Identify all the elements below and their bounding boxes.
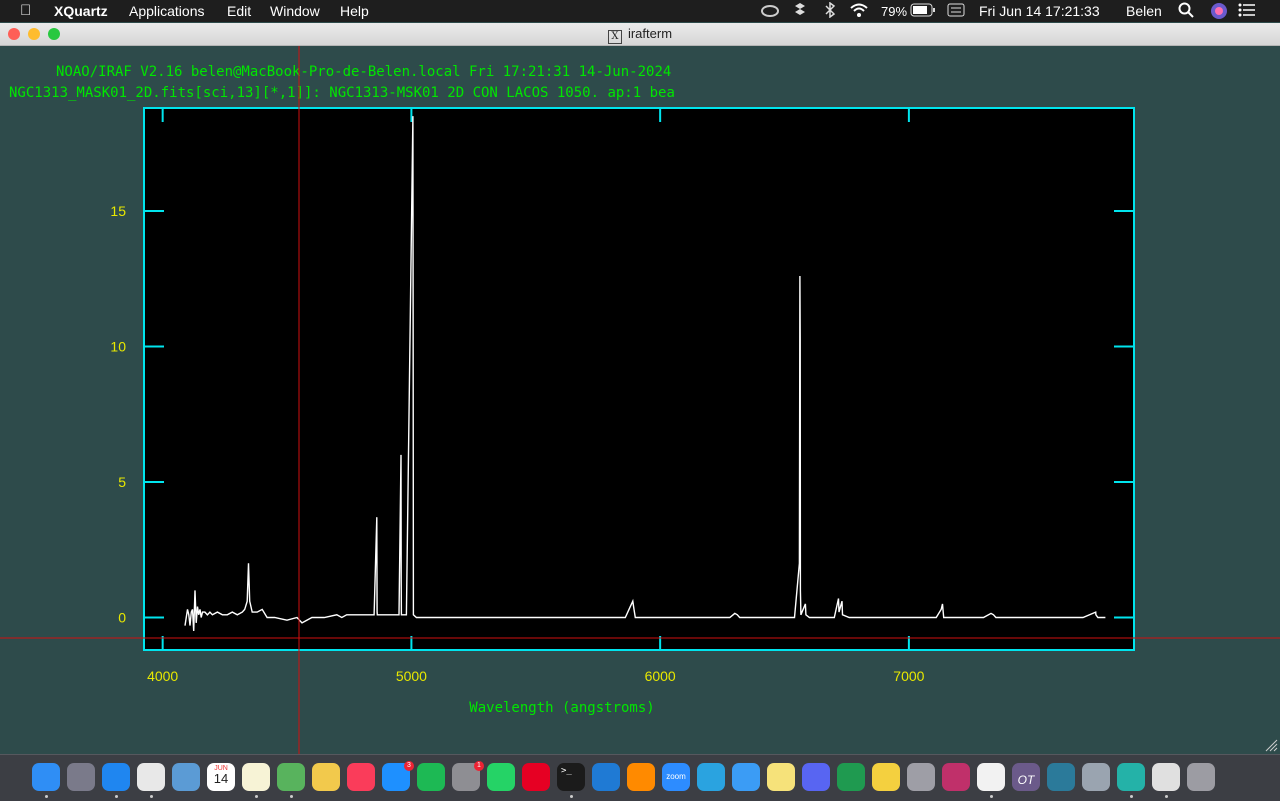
finder-icon[interactable]: [32, 763, 60, 791]
calculator-icon[interactable]: [907, 763, 935, 791]
spotify-icon[interactable]: [417, 763, 445, 791]
running-indicator: [115, 795, 118, 798]
calendar-icon[interactable]: JUN 14: [207, 763, 235, 791]
brain-icon[interactable]: [1117, 763, 1145, 791]
wifi-icon[interactable]: [849, 2, 869, 21]
dropbox-icon[interactable]: [792, 2, 808, 21]
running-indicator: [990, 795, 993, 798]
app-menu[interactable]: XQuartz: [54, 3, 108, 19]
trash-icon[interactable]: [1187, 763, 1215, 791]
irafterm-window[interactable]: NOAO/IRAF V2.16 belen@MacBook-Pro-de-Bel…: [0, 46, 1280, 754]
x-tick-label: 5000: [396, 668, 427, 684]
running-indicator: [1165, 795, 1168, 798]
discord-icon[interactable]: [802, 763, 830, 791]
bluetooth-icon[interactable]: [824, 1, 836, 21]
battery-percent: 79%: [881, 4, 908, 19]
y-tick-label: 15: [110, 203, 126, 219]
window-title: irafterm: [627, 26, 673, 41]
x-tick-label: 7000: [893, 668, 924, 684]
xquartz-icon[interactable]: [1152, 763, 1180, 791]
telegram-icon[interactable]: [697, 763, 725, 791]
running-indicator: [45, 795, 48, 798]
ot-icon[interactable]: OT: [1012, 763, 1040, 791]
cleaner-icon[interactable]: [837, 763, 865, 791]
cat-icon[interactable]: [872, 763, 900, 791]
settings-badge: 1: [474, 761, 484, 771]
stickies-icon[interactable]: [767, 763, 795, 791]
x-tick-label: 6000: [645, 668, 676, 684]
spectrum-plot[interactable]: 4000 5000 6000 7000 0 5 10 15 Wavelength (angst…: [0, 46, 1280, 754]
ot-label: OT: [1017, 773, 1035, 787]
textedit-icon[interactable]: [977, 763, 1005, 791]
menu-help[interactable]: Help: [340, 3, 369, 19]
pinterest-icon[interactable]: [522, 763, 550, 791]
appstore-badge: 3: [404, 761, 414, 771]
x11-icon: X: [607, 30, 622, 44]
running-indicator: [290, 795, 293, 798]
input-source-icon[interactable]: [947, 3, 965, 20]
galaxy-icon[interactable]: [942, 763, 970, 791]
zoom-icon[interactable]: zoom: [662, 763, 690, 791]
preview-icon[interactable]: [172, 763, 200, 791]
notes-icon[interactable]: [242, 763, 270, 791]
music-icon[interactable]: [347, 763, 375, 791]
chrome-icon[interactable]: [137, 763, 165, 791]
terminal-prompt: >_: [561, 766, 572, 776]
window-titlebar[interactable]: Xirafterm: [0, 23, 1280, 46]
sublime-icon[interactable]: [627, 763, 655, 791]
terminal-icon[interactable]: >_: [557, 763, 585, 791]
menu-bar:  XQuartz Applications Edit Window Help …: [0, 0, 1280, 22]
y-tick-label: 5: [118, 474, 126, 490]
y-tick-label: 0: [118, 609, 126, 625]
calendar-date: 14: [213, 771, 229, 786]
resize-grip-icon[interactable]: [1264, 738, 1278, 752]
menu-clock[interactable]: Fri Jun 14 17:21:33: [979, 3, 1100, 19]
whatsapp-icon[interactable]: [487, 763, 515, 791]
running-indicator: [255, 795, 258, 798]
screenshot-icon[interactable]: [1082, 763, 1110, 791]
y-tick-label: 10: [110, 338, 126, 354]
running-indicator: [570, 795, 573, 798]
running-indicator: [150, 795, 153, 798]
menu-applications[interactable]: Applications: [129, 3, 205, 19]
zoom-label: zoom: [666, 772, 686, 781]
photos-icon[interactable]: [312, 763, 340, 791]
x-tick-label: 4000: [147, 668, 178, 684]
menu-edit[interactable]: Edit: [227, 3, 251, 19]
siri-icon[interactable]: [1210, 2, 1228, 23]
vscode-icon[interactable]: [592, 763, 620, 791]
plot-frame: [143, 107, 1135, 651]
notification-center-icon[interactable]: [1238, 3, 1256, 20]
dock: JUN 14 3 1 >_zoom OT: [0, 754, 1280, 801]
apple-icon[interactable]: : [20, 2, 31, 19]
telescope-icon[interactable]: [1047, 763, 1075, 791]
spotlight-search-icon[interactable]: [1178, 2, 1194, 21]
user-menu[interactable]: Belen: [1126, 3, 1162, 19]
messages-icon[interactable]: [732, 763, 760, 791]
battery-icon[interactable]: [910, 3, 936, 20]
creative-cloud-icon[interactable]: [760, 2, 780, 21]
running-indicator: [1130, 795, 1133, 798]
maps-icon[interactable]: [277, 763, 305, 791]
menu-window[interactable]: Window: [270, 3, 320, 19]
x-axis-label: Wavelength (angstroms): [469, 700, 654, 716]
launchpad-icon[interactable]: [67, 763, 95, 791]
safari-icon[interactable]: [102, 763, 130, 791]
